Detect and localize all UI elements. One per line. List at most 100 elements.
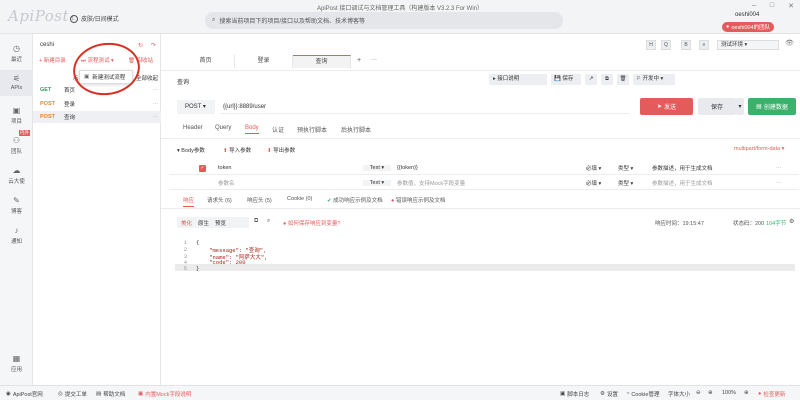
resp-tab-response[interactable]: 响应	[183, 196, 195, 207]
zoom-reset-icon[interactable]: ⊕	[744, 390, 749, 396]
font-decrease-button[interactable]: ⊖	[696, 390, 701, 396]
param-value[interactable]: 参数值，支持Mock字段变量	[391, 179, 586, 187]
param-type[interactable]: Text ▾	[363, 180, 391, 186]
sidebar-item-recent[interactable]: ◷ 最近	[0, 44, 33, 63]
view-preview[interactable]: 预览	[215, 219, 226, 227]
share-icon[interactable]: ↷	[151, 42, 156, 49]
add-tab-icon[interactable]: +	[357, 57, 361, 64]
subtab-post-script[interactable]: 后执行脚本	[341, 125, 371, 134]
subtab-query[interactable]: Query	[215, 125, 231, 131]
user-name[interactable]: oeshi004	[735, 12, 759, 18]
more-icon[interactable]: ···	[153, 101, 159, 107]
param-datatype[interactable]: 类型 ▾	[618, 179, 646, 187]
delete-icon[interactable]: 🗑	[617, 74, 629, 85]
collapse-all-button[interactable]: 全部收起	[136, 74, 158, 82]
line-number: 5	[183, 265, 187, 272]
status-script-log[interactable]: ▣ 脚本日志	[560, 390, 589, 398]
subtab-header[interactable]: Header	[183, 125, 203, 131]
status-help[interactable]: ▤ 帮助文档	[96, 390, 125, 398]
tab-home[interactable]: 首页	[177, 55, 235, 68]
method-select[interactable]: POST ▾	[177, 100, 215, 114]
resp-tab-cookie[interactable]: Cookie (0)	[287, 196, 312, 202]
minimize-icon[interactable]: –	[752, 2, 756, 10]
param-type[interactable]: Text ▾	[363, 165, 391, 171]
refresh-icon[interactable]: ↻	[138, 42, 143, 49]
copy-icon[interactable]: ⧉	[601, 74, 613, 85]
status-select[interactable]: ⚐ 开发中 ▾	[633, 74, 675, 85]
tree-row-selected[interactable]: POST 查询 ···	[33, 111, 161, 123]
param-key[interactable]: 参数名	[203, 179, 363, 187]
sidebar-item-cloud[interactable]: ☁ 云大使	[0, 166, 33, 185]
toolbar-list-button[interactable]: ≡	[699, 40, 709, 50]
more-icon[interactable]: ···	[153, 87, 159, 93]
send-button[interactable]: ➤ 发送	[640, 98, 693, 115]
save-button[interactable]: 保存	[698, 98, 736, 115]
status-ticket[interactable]: ◎ 提交工单	[58, 390, 87, 398]
sidebar-item-apis[interactable]: ⚟ APIs	[0, 70, 33, 96]
sidebar-item-blog[interactable]: ✎ 博客	[0, 196, 33, 215]
sidebar-item-project[interactable]: ▣ 项目	[0, 106, 33, 125]
param-required[interactable]: 必填 ▾	[586, 164, 618, 172]
param-required[interactable]: 必填 ▾	[586, 179, 618, 187]
api-name: 查询	[177, 80, 190, 86]
sidebar-item-notice[interactable]: ♪ 通知	[0, 226, 33, 245]
zoom-level: 100%	[722, 390, 737, 396]
view-pretty[interactable]: 美化	[181, 219, 192, 227]
more-icon[interactable]: ···	[153, 114, 159, 120]
tab-query[interactable]: 查询	[293, 55, 351, 68]
share-icon[interactable]: ↗	[585, 74, 597, 85]
close-icon[interactable]: ✕	[788, 2, 794, 10]
copy-icon[interactable]: ⧉	[254, 218, 258, 225]
status-cookie[interactable]: ◔ Cookie管理	[626, 390, 659, 398]
resp-tab-resp-headers[interactable]: 响应头 (5)	[247, 196, 272, 204]
response-editor[interactable]: 1 2 3 4 5 { "message": "查询", "name": "阿萨…	[175, 237, 795, 382]
tab-more-icon[interactable]: ···	[371, 57, 377, 63]
export-params-button[interactable]: ⬇ 导出参数	[267, 146, 295, 154]
status-update[interactable]: ● 检查更新	[758, 390, 785, 398]
content-type-select[interactable]: multipart/form-data ▾	[734, 146, 784, 152]
sidebar-item-apps[interactable]: ▦ 应用	[0, 354, 33, 373]
param-desc[interactable]: 参数描述，用于生成文档	[646, 164, 776, 172]
theme-toggle[interactable]: ☾ 皮肤/日间模式	[70, 14, 119, 23]
param-key[interactable]: token	[203, 165, 363, 171]
tree-row[interactable]: POST 登录 ···	[40, 98, 158, 110]
env-select[interactable]: 测试环境 ▾	[717, 40, 779, 50]
settings-icon[interactable]: ⚙	[789, 218, 794, 225]
api-desc-button[interactable]: ▸ 接口说明	[489, 74, 547, 85]
subtab-pre-script[interactable]: 预执行脚本	[297, 125, 327, 134]
toolbar-q-button[interactable]: Q	[661, 40, 671, 50]
search-icon[interactable]: ⌕	[267, 218, 270, 225]
resp-tab-success-doc[interactable]: ✔ 成功响应示例及文档	[327, 196, 383, 204]
subtab-body[interactable]: Body	[245, 125, 259, 134]
param-value[interactable]: {{token}}	[391, 165, 586, 171]
status-website[interactable]: ◉ ApiPost官网	[6, 390, 43, 398]
mock-button[interactable]: ▤ 创建数据	[748, 98, 796, 115]
param-desc[interactable]: 参数描述，用于生成文档	[646, 179, 776, 187]
subtab-auth[interactable]: 认证	[272, 125, 284, 134]
new-dir-button[interactable]: + 新建目录	[39, 56, 66, 64]
bell-icon: ♪	[14, 226, 19, 235]
more-icon[interactable]: ···	[776, 165, 782, 171]
tab-login[interactable]: 登录	[235, 55, 293, 68]
global-search-input[interactable]: ⌕ 搜索当前项目下的项目/接口以及帮助文档、技术博客等	[205, 12, 563, 29]
view-raw[interactable]: 原生	[198, 219, 209, 227]
api-save-button[interactable]: 💾 保存	[551, 74, 581, 85]
import-params-button[interactable]: ⬆ 导入参数	[223, 146, 251, 154]
status-mock-doc[interactable]: ▣ 内置Mock字段说明	[138, 390, 191, 398]
resp-variable-help[interactable]: ● 如何保存响应到变量?	[283, 219, 340, 227]
more-icon[interactable]: ···	[776, 180, 782, 186]
param-datatype[interactable]: 类型 ▾	[618, 164, 646, 172]
status-settings[interactable]: ⚙ 设置	[600, 390, 618, 398]
toolbar-h-button[interactable]: H	[646, 40, 656, 50]
eye-icon[interactable]: 👁	[785, 39, 794, 47]
team-switcher[interactable]: ● oeshi004的团队	[722, 22, 775, 32]
sidebar-item-team[interactable]: ⚇ 团队	[0, 136, 33, 155]
url-input[interactable]: {{url}}:8889/user	[220, 101, 630, 114]
maximize-icon[interactable]: □	[770, 2, 774, 10]
toolbar-b-button[interactable]: B	[681, 40, 691, 50]
save-dropdown[interactable]: ▾	[736, 98, 744, 115]
font-increase-button[interactable]: ⊕	[708, 390, 713, 396]
resp-tab-req-headers[interactable]: 请求头 (6)	[207, 196, 232, 204]
send-icon: ➤	[656, 104, 662, 110]
resp-tab-error-doc[interactable]: ● 错误响应示例及文档	[391, 196, 445, 204]
